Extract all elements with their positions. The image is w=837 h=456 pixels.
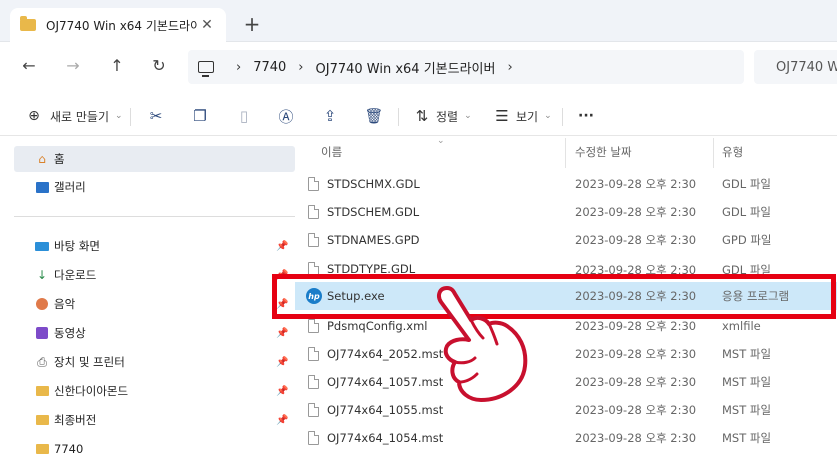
trash-icon: 🗑 (364, 107, 384, 125)
column-header-type[interactable]: 유형 (722, 144, 743, 160)
column-header-name[interactable]: 이름 (321, 144, 342, 160)
delete-button[interactable]: 🗑 (364, 106, 384, 126)
breadcrumb-item[interactable]: 7740 (253, 60, 286, 75)
file-icon (308, 347, 319, 361)
more-options-button[interactable]: ··· (578, 106, 594, 126)
printer-icon: ⎙ (37, 354, 47, 369)
sidebar-item-gallery[interactable]: 갤러리 (14, 174, 289, 200)
command-bar: ⊕ 새로 만들기 ⌄ ✂ ❐ ▯ Ⓐ ⇪ 🗑 ⇅ 정렬 ⌄ ☰ 보기 ⌄ ··· (0, 96, 837, 136)
close-icon[interactable]: ✕ (198, 17, 216, 33)
sort-indicator-icon: ⌄ (437, 136, 445, 146)
table-row[interactable]: STDSCHMX.GDL 2023-09-28 오후 2:30 GDL 파일 (295, 170, 837, 198)
gallery-icon (34, 180, 50, 194)
plus-circle-icon: ⊕ (28, 108, 40, 124)
rename-button[interactable]: Ⓐ (276, 106, 296, 126)
pin-icon[interactable]: 📌 (276, 328, 288, 339)
monitor-icon (198, 61, 214, 77)
sidebar-item-folder[interactable]: 7740 (14, 436, 289, 456)
breadcrumb-separator[interactable]: › (507, 60, 512, 75)
sidebar-item-downloads[interactable]: ↓ 다운로드 📌 (14, 262, 289, 288)
file-icon (308, 403, 319, 417)
sidebar-divider (14, 216, 295, 217)
up-button[interactable]: ↑ (106, 56, 128, 76)
table-row[interactable]: OJ774x64_1054.mst 2023-09-28 오후 2:30 MST… (295, 424, 837, 452)
desktop-icon (34, 239, 50, 253)
highlight-box (272, 274, 836, 319)
search-input[interactable]: OJ7740 Wi (754, 50, 837, 84)
navigation-pane: ⌂ 홈 갤러리 바탕 화면 📌 ↓ 다운로드 📌 음악 📌 동영상 📌 ⎙ 장치… (0, 136, 295, 456)
tab-bar: OJ7740 Win x64 기본드라이브 ✕ + (0, 0, 837, 42)
tab-current[interactable]: OJ7740 Win x64 기본드라이브 ✕ (10, 8, 226, 42)
cut-button[interactable]: ✂ (146, 106, 166, 126)
pin-icon[interactable]: 📌 (276, 415, 288, 426)
address-row: ← → ↑ ↻ › 7740 › OJ7740 Win x64 기본드라이버 ›… (0, 42, 837, 90)
new-button[interactable]: ⊕ 새로 만들기 ⌄ (24, 106, 122, 126)
sort-button[interactable]: ⇅ 정렬 ⌄ (412, 106, 472, 126)
table-row[interactable]: STDDTYPE.GDL 2023-09-28 오후 2:30 GDL 파일 (295, 254, 837, 276)
copy-icon: ❐ (193, 107, 207, 125)
folder-icon (20, 16, 36, 31)
home-icon: ⌂ (38, 152, 46, 166)
download-icon: ↓ (36, 268, 48, 282)
file-icon (308, 177, 319, 191)
share-icon: ⇪ (323, 107, 337, 125)
breadcrumb-separator: › (236, 59, 242, 75)
table-row[interactable]: OJ774x64_1055.mst 2023-09-28 오후 2:30 MST… (295, 396, 837, 424)
file-icon (308, 233, 319, 247)
sidebar-item-folder[interactable]: 최종버전 📌 (14, 407, 289, 433)
pin-icon[interactable]: 📌 (276, 357, 288, 368)
sidebar-item-music[interactable]: 음악 📌 (14, 291, 289, 317)
scissors-icon: ✂ (149, 107, 163, 125)
folder-icon (34, 413, 50, 427)
file-icon (308, 319, 319, 333)
back-button[interactable]: ← (18, 56, 40, 76)
paste-button[interactable]: ▯ (234, 106, 254, 126)
column-header-date[interactable]: 수정한 날짜 (575, 144, 632, 160)
sidebar-item-home[interactable]: ⌂ 홈 (14, 146, 295, 172)
folder-icon (34, 442, 50, 456)
new-tab-button[interactable]: + (240, 14, 264, 34)
copy-button[interactable]: ❐ (190, 106, 210, 126)
file-icon (308, 431, 319, 445)
pin-icon[interactable]: 📌 (276, 241, 288, 252)
file-icon (308, 205, 319, 219)
table-row[interactable]: STDNAMES.GPD 2023-09-28 오후 2:30 GPD 파일 (295, 226, 837, 254)
table-row[interactable]: OJ774x64_1057.mst 2023-09-28 오후 2:30 MST… (295, 368, 837, 396)
file-icon (308, 375, 319, 389)
folder-icon (34, 384, 50, 398)
tab-title: OJ7740 Win x64 기본드라이브 (46, 18, 198, 33)
pointing-hand-icon (437, 286, 528, 402)
list-view-icon: ☰ (495, 107, 509, 125)
pin-icon[interactable]: 📌 (276, 386, 288, 397)
view-button[interactable]: ☰ 보기 ⌄ (492, 106, 551, 126)
sidebar-item-videos[interactable]: 동영상 📌 (14, 320, 289, 346)
clipboard-icon: ▯ (239, 107, 249, 125)
sidebar-item-desktop[interactable]: 바탕 화면 📌 (14, 233, 289, 259)
music-icon (34, 297, 50, 311)
refresh-button[interactable]: ↻ (148, 56, 170, 76)
sidebar-item-folder[interactable]: 신한다이아몬드 📌 (14, 378, 289, 404)
sort-icon: ⇅ (415, 107, 429, 125)
share-button[interactable]: ⇪ (320, 106, 340, 126)
rename-icon: Ⓐ (278, 107, 294, 126)
breadcrumb-item[interactable]: OJ7740 Win x64 기본드라이버 (316, 58, 496, 77)
video-icon (34, 326, 50, 340)
table-row[interactable]: STDSCHEM.GDL 2023-09-28 오후 2:30 GDL 파일 (295, 198, 837, 226)
breadcrumb-separator: › (298, 59, 304, 75)
address-bar[interactable]: › 7740 › OJ7740 Win x64 기본드라이버 › (188, 50, 744, 84)
forward-button[interactable]: → (62, 56, 84, 76)
sidebar-item-printers[interactable]: ⎙ 장치 및 프린터 📌 (14, 349, 289, 375)
table-row[interactable]: OJ774x64_2052.mst 2023-09-28 오후 2:30 MST… (295, 340, 837, 368)
